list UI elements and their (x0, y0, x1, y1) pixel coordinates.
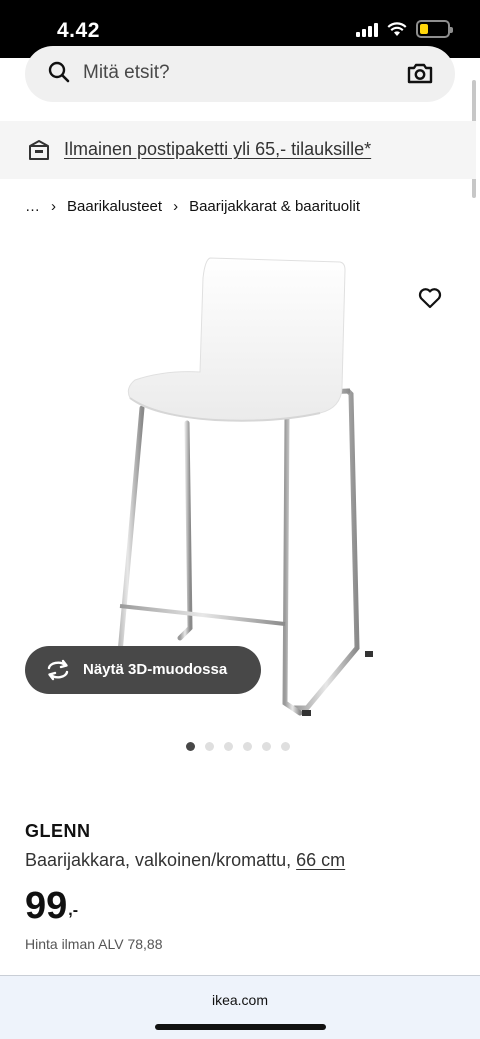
breadcrumb: … › Baarikalusteet › Baarijakkarat & baa… (25, 198, 360, 215)
wishlist-button[interactable] (412, 280, 448, 316)
price-suffix: ,- (68, 902, 79, 919)
image-pagination[interactable] (186, 742, 290, 751)
product-name: GLENN (25, 821, 91, 841)
browser-bar: ikea.com (0, 975, 480, 1039)
product-size-link[interactable]: 66 cm (296, 850, 345, 870)
wifi-icon (387, 22, 407, 36)
search-input[interactable]: Mitä etsit? (83, 62, 170, 84)
search-icon[interactable] (47, 60, 71, 84)
box-icon (29, 140, 49, 160)
chevron-right-icon: › (51, 198, 56, 215)
status-time: 4.42 (57, 19, 100, 42)
battery-icon (416, 20, 453, 38)
signal-icon (356, 21, 378, 37)
price-excl-vat: Hinta ilman ALV 78,88 (25, 936, 163, 952)
heart-icon[interactable] (418, 287, 442, 309)
pagination-dot[interactable] (186, 742, 195, 751)
view-3d-label: Näytä 3D-muodossa (83, 661, 228, 678)
breadcrumb-item-bar-stools[interactable]: Baarijakkarat & baarituolit (189, 198, 360, 215)
pagination-dot[interactable] (281, 742, 290, 751)
chevron-right-icon: › (173, 198, 179, 215)
pagination-dot[interactable] (262, 742, 271, 751)
product-description-text: Baarijakkara, valkoinen/kromattu, (25, 850, 292, 870)
promo-link[interactable]: Ilmainen postipaketti yli 65,- tilauksil… (64, 139, 371, 160)
rotate-3d-icon (47, 659, 69, 681)
battery-fill (420, 24, 428, 34)
camera-icon[interactable] (407, 61, 433, 85)
product-description: Baarijakkara, valkoinen/kromattu, 66 cm (25, 850, 345, 871)
breadcrumb-item-more[interactable]: … (25, 198, 40, 215)
pagination-dot[interactable] (205, 742, 214, 751)
breadcrumb-item-bar-furniture[interactable]: Baarikalusteet (67, 198, 162, 215)
pagination-dot[interactable] (224, 742, 233, 751)
view-3d-button[interactable]: Näytä 3D-muodossa (25, 646, 261, 694)
price-value: 99 (25, 885, 68, 927)
address-bar[interactable]: ikea.com (0, 992, 480, 1008)
pagination-dot[interactable] (243, 742, 252, 751)
product-price: 99 ,- (25, 884, 78, 928)
home-indicator[interactable] (155, 1024, 326, 1030)
search-bar[interactable]: Mitä etsit? (25, 46, 455, 102)
promo-banner[interactable]: Ilmainen postipaketti yli 65,- tilauksil… (0, 121, 476, 179)
status-icons (356, 20, 453, 38)
